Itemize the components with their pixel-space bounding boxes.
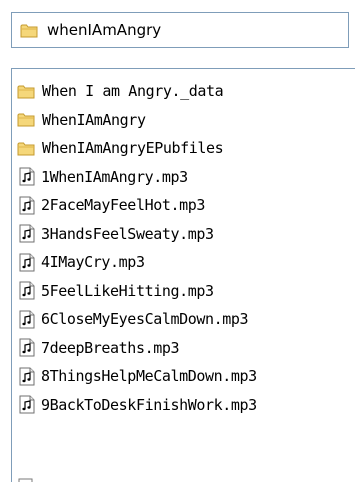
folder-item[interactable]: WhenIAmAngry [12, 106, 355, 135]
file-name: WhenIAmAngryEPubfiles [42, 139, 224, 158]
folder-icon [17, 84, 36, 99]
audio-file-icon [19, 253, 35, 272]
file-list-items: When I am Angry._data WhenIAmAngry WhenIAm… [12, 77, 355, 419]
audio-file-icon [19, 196, 35, 215]
address-path: whenIAmAngry [47, 21, 162, 39]
file-name: 8ThingsHelpMeCalmDown.mp3 [41, 367, 257, 386]
file-item[interactable]: 6CloseMyEyesCalmDown.mp3 [12, 305, 355, 334]
audio-file-icon [19, 338, 35, 357]
audio-file-icon [19, 281, 35, 300]
file-name: When I am Angry._data [42, 82, 224, 101]
file-item[interactable]: 4IMayCry.mp3 [12, 248, 355, 277]
file-item[interactable]: 5FeelLikeHitting.mp3 [12, 277, 355, 306]
partial-row-icon [17, 478, 35, 482]
file-name: 2FaceMayFeelHot.mp3 [41, 196, 205, 215]
file-item[interactable]: 3HandsFeelSweaty.mp3 [12, 220, 355, 249]
audio-file-icon [19, 395, 35, 414]
file-name: 7deepBreaths.mp3 [41, 338, 180, 357]
file-name: 1WhenIAmAngry.mp3 [41, 167, 188, 186]
file-item[interactable]: 8ThingsHelpMeCalmDown.mp3 [12, 362, 355, 391]
file-browser: whenIAmAngry When I am Angry._data WhenIA… [0, 0, 355, 482]
folder-item[interactable]: When I am Angry._data [12, 77, 355, 106]
file-item[interactable]: 7deepBreaths.mp3 [12, 334, 355, 363]
file-list: When I am Angry._data WhenIAmAngry WhenIAm… [11, 68, 355, 482]
file-name: 6CloseMyEyesCalmDown.mp3 [41, 310, 249, 329]
audio-file-icon [19, 224, 35, 243]
file-name: 4IMayCry.mp3 [41, 253, 145, 272]
file-name: 5FeelLikeHitting.mp3 [41, 281, 214, 300]
folder-item[interactable]: WhenIAmAngryEPubfiles [12, 134, 355, 163]
file-name: WhenIAmAngry [42, 110, 146, 129]
audio-file-icon [19, 167, 35, 186]
file-name: 3HandsFeelSweaty.mp3 [41, 224, 214, 243]
audio-file-icon [19, 310, 35, 329]
file-item[interactable]: 9BackToDeskFinishWork.mp3 [12, 391, 355, 420]
folder-icon [17, 112, 36, 127]
folder-icon [17, 141, 36, 156]
folder-icon [20, 23, 39, 38]
file-item[interactable]: 1WhenIAmAngry.mp3 [12, 163, 355, 192]
file-item[interactable]: 2FaceMayFeelHot.mp3 [12, 191, 355, 220]
address-bar[interactable]: whenIAmAngry [11, 12, 349, 48]
audio-file-icon [19, 367, 35, 386]
file-name: 9BackToDeskFinishWork.mp3 [41, 395, 257, 414]
